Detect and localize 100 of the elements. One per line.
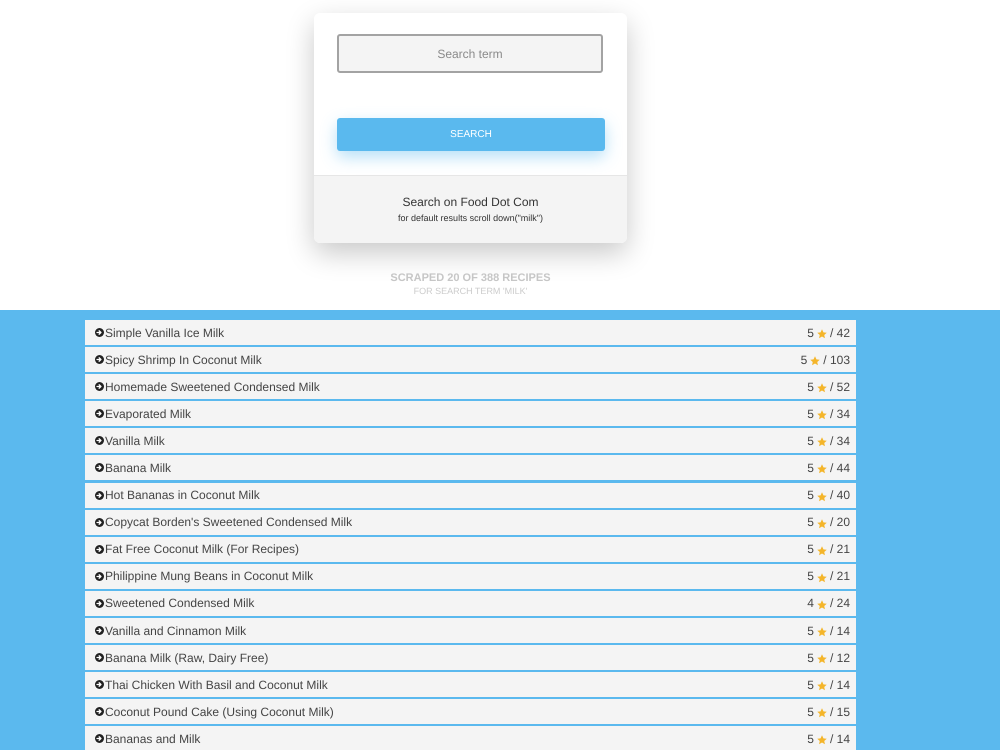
review-count: / 14 [830, 732, 850, 746]
arrow-circle-icon [95, 355, 104, 364]
recipe-name: Sweetened Condensed Milk [105, 596, 256, 610]
recipe-row[interactable]: Thai Chicken With Basil and Coconut Milk 5 / 14 [85, 672, 856, 698]
star-icon [816, 681, 827, 692]
review-count: / 12 [830, 650, 850, 665]
recipe-name: Banana Milk (Raw, Dairy Free) [105, 650, 270, 665]
rating-value: 5 [807, 488, 814, 502]
recipe-name: Vanilla Milk [105, 434, 166, 448]
star-icon [816, 410, 827, 420]
review-count: / 21 [830, 542, 850, 556]
review-count: / 42 [830, 326, 850, 340]
rating-value: 5 [807, 650, 814, 665]
rating-value: 4 [807, 596, 814, 610]
rating-value: 5 [800, 352, 808, 367]
star-icon [816, 518, 827, 529]
recipe-name: Vanilla and Cinnamon Milk [105, 624, 248, 638]
recipe-row[interactable]: Evaporated Milk 5 / 34 [85, 401, 856, 426]
recipe-name: Evaporated Milk [105, 406, 192, 421]
arrow-circle-icon [95, 626, 104, 636]
arrow-circle-icon [95, 490, 104, 500]
recipe-name: Hot Bananas in Coconut Milk [105, 488, 261, 502]
arrow-circle-icon [95, 653, 104, 662]
recipe-name: Simple Vanilla Ice Milk [105, 326, 226, 340]
recipe-name: Copycat Borden's Sweetened Condensed Milk [105, 515, 354, 530]
rating-value: 5 [807, 704, 814, 719]
rating-value: 5 [807, 434, 814, 448]
recipe-name: Thai Chicken With Basil and Coconut Milk [105, 678, 329, 692]
star-icon [816, 654, 827, 664]
rating-value: 5 [807, 515, 814, 530]
arrow-circle-icon [95, 518, 104, 527]
recipe-row[interactable]: Vanilla Milk 5 / 34 [85, 428, 856, 454]
recipe-name: Banana Milk [105, 460, 172, 475]
search-field[interactable]: Search term [337, 34, 603, 73]
star-icon [816, 572, 827, 583]
results-headline: SCRAPED 20 OF 388 RECIPES [390, 271, 551, 285]
review-count: / 20 [830, 515, 850, 530]
review-count: / 52 [830, 380, 850, 394]
rating-value: 5 [807, 380, 814, 394]
rating-value: 5 [807, 732, 814, 746]
recipe-row[interactable]: Sweetened Condensed Milk 4 / 24 [85, 590, 856, 616]
rating-value: 5 [807, 624, 814, 638]
arrow-circle-icon [95, 572, 104, 581]
star-icon [816, 708, 827, 718]
arrow-circle-icon [95, 598, 104, 608]
rating-value: 5 [807, 542, 814, 556]
review-count: / 40 [830, 488, 850, 502]
recipe-name: Philippine Mung Beans in Coconut Milk [105, 569, 314, 584]
recipe-name: Coconut Pound Cake (Using Coconut Milk) [105, 704, 335, 719]
review-count: / 103 [823, 352, 850, 367]
star-icon [816, 492, 827, 502]
arrow-circle-icon [95, 409, 104, 418]
review-count: / 24 [830, 596, 850, 610]
star-icon [816, 546, 827, 556]
recipe-row[interactable]: Bananas and Milk 5 / 14 [85, 726, 856, 750]
star-icon [816, 600, 827, 610]
star-icon [816, 329, 827, 339]
review-count: / 44 [830, 460, 850, 475]
review-count: / 14 [830, 624, 850, 638]
recipe-row[interactable]: Hot Bananas in Coconut Milk 5 / 40 [85, 482, 856, 508]
star-icon [816, 437, 827, 448]
footer-note: for default results scroll down("milk") [398, 213, 543, 224]
recipe-row[interactable]: Fat Free Coconut Milk (For Recipes) 5 / 21 [85, 536, 856, 562]
rating-value: 5 [807, 460, 814, 475]
recipe-row[interactable]: Coconut Pound Cake (Using Coconut Milk) 5 / 15 [85, 699, 856, 724]
recipe-row[interactable]: Banana Milk 5 / 44 [85, 455, 856, 480]
star-icon [816, 464, 827, 474]
recipe-row[interactable]: Banana Milk (Raw, Dairy Free) 5 / 12 [85, 645, 856, 670]
recipe-name: Homemade Sweetened Condensed Milk [105, 380, 321, 394]
arrow-circle-icon [95, 328, 104, 337]
rating-value: 5 [807, 569, 814, 584]
recipe-row[interactable]: Spicy Shrimp In Coconut Milk 5 / 103 [85, 347, 856, 372]
recipe-row[interactable]: Simple Vanilla Ice Milk 5 / 42 [85, 320, 856, 345]
recipe-name: Bananas and Milk [105, 732, 202, 746]
recipe-name: Fat Free Coconut Milk (For Recipes) [105, 542, 300, 556]
star-icon [816, 627, 827, 638]
rating-value: 5 [807, 678, 814, 692]
footer-title: Search on Food Dot Com [402, 195, 539, 209]
review-count: / 14 [830, 678, 850, 692]
recipe-row[interactable]: Philippine Mung Beans in Coconut Milk 5 / 21 [85, 564, 856, 589]
arrow-circle-icon [95, 544, 104, 554]
star-icon [816, 383, 827, 394]
rating-value: 5 [807, 406, 814, 421]
rating-value: 5 [807, 326, 814, 340]
recipe-row[interactable]: Vanilla and Cinnamon Milk 5 / 14 [85, 618, 856, 644]
review-count: / 15 [830, 704, 850, 719]
review-count: / 34 [830, 406, 850, 421]
star-icon [810, 356, 820, 366]
arrow-circle-icon [95, 463, 104, 472]
recipe-row[interactable]: Copycat Borden's Sweetened Condensed Milk 5 / 20 [85, 510, 856, 535]
arrow-circle-icon [95, 734, 104, 744]
arrow-circle-icon [95, 436, 104, 446]
arrow-circle-icon [95, 382, 104, 392]
arrow-circle-icon [95, 707, 104, 716]
recipe-row[interactable]: Homemade Sweetened Condensed Milk 5 / 52 [85, 374, 856, 400]
recipe-name: Spicy Shrimp In Coconut Milk [105, 352, 263, 367]
review-count: / 21 [830, 569, 850, 584]
review-count: / 34 [830, 434, 850, 448]
star-icon [816, 735, 827, 746]
arrow-circle-icon [95, 680, 104, 690]
